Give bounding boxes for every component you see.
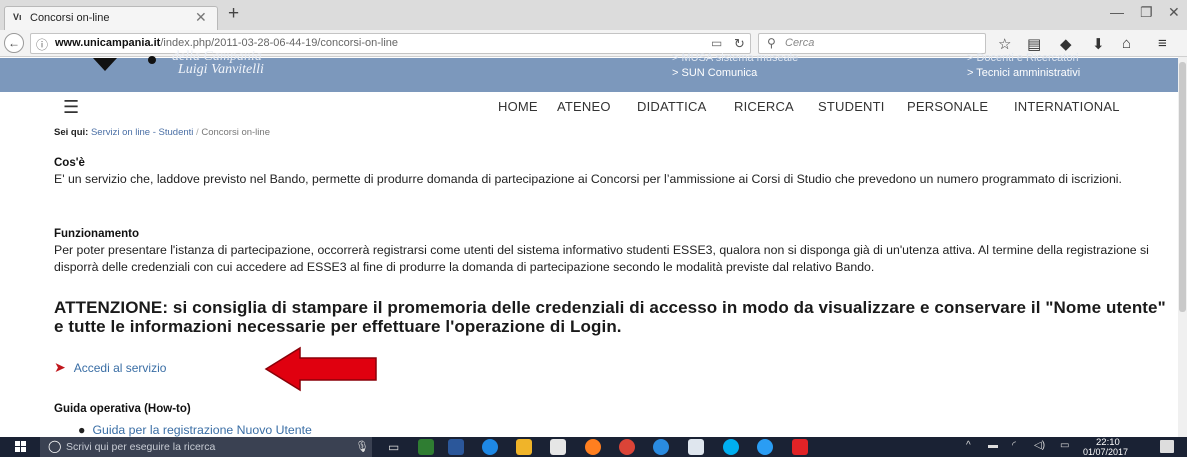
pocket-icon[interactable]: ◆: [1060, 35, 1072, 53]
word-icon[interactable]: [448, 439, 464, 455]
menu-item-ateneo[interactable]: ATENEO: [557, 99, 611, 114]
library-icon[interactable]: ▤: [1027, 35, 1041, 53]
breadcrumb-link[interactable]: Servizi on line - Studenti: [91, 127, 193, 138]
scrollbar-thumb[interactable]: [1179, 62, 1186, 312]
tray-chevron-icon[interactable]: ^: [966, 440, 971, 451]
logo-triangle-icon: [93, 58, 117, 71]
chrome-icon[interactable]: [619, 439, 635, 455]
breadcrumb-prefix: Sei qui:: [54, 127, 89, 138]
internet-explorer-icon[interactable]: [653, 439, 669, 455]
back-button[interactable]: ←: [4, 33, 24, 53]
howto-link-label[interactable]: Guida per la registrazione Nuovo Utente: [92, 423, 311, 437]
tab-title: Concorsi on-line: [30, 12, 110, 24]
window-close-button[interactable]: ✕: [1168, 4, 1180, 21]
firefox-icon[interactable]: [585, 439, 601, 455]
search-box[interactable]: ⚲ Cerca: [758, 33, 986, 54]
address-bar[interactable]: ⓘ www.unicampania.it/index.php/2011-03-2…: [30, 33, 751, 54]
skype-icon[interactable]: [723, 439, 739, 455]
new-tab-button[interactable]: +: [228, 3, 239, 25]
menu-item-studenti[interactable]: STUDENTI: [818, 99, 885, 114]
store-icon[interactable]: [550, 439, 566, 455]
logo-name[interactable]: Luigi Vanvitelli: [178, 62, 264, 78]
edge-icon[interactable]: [482, 439, 498, 455]
download-icon[interactable]: ⬇: [1092, 35, 1105, 53]
section-text-cose: E' un servizio che, laddove previsto nel…: [54, 172, 1122, 186]
reload-icon[interactable]: ↻: [734, 36, 745, 52]
header-link-docenti[interactable]: > Docenti e Ricercatori: [967, 52, 1079, 64]
header-link-sun-comunica[interactable]: > SUN Comunica: [672, 67, 757, 79]
task-view-icon[interactable]: ▭: [388, 440, 399, 454]
home-icon[interactable]: ⌂: [1122, 35, 1131, 52]
windows-start-icon[interactable]: [15, 441, 27, 453]
browser-tab[interactable]: Vı Concorsi on-line ✕: [4, 6, 218, 30]
site-header: della Campania Luigi Vanvitelli > MUSA s…: [0, 49, 1187, 92]
notification-icon[interactable]: [1160, 440, 1174, 453]
taskbar-search-placeholder: Scrivi qui per eseguire la ricerca: [66, 441, 216, 453]
main-menu: ☰ HOME ATENEO DIDATTICA RICERCA STUDENTI…: [0, 92, 1187, 120]
minimize-button[interactable]: —: [1110, 4, 1124, 20]
breadcrumb-separator: /: [196, 127, 199, 138]
red-arrow-icon: [264, 346, 377, 392]
section-title-funzionamento: Funzionamento: [54, 228, 139, 240]
menu-item-personale[interactable]: PERSONALE: [907, 99, 988, 114]
info-icon[interactable]: ⓘ: [36, 36, 48, 53]
browser-tab-bar: Vı Concorsi on-line ✕ + — ❐ ✕: [0, 0, 1187, 30]
taskbar-search[interactable]: ◯ Scrivi qui per eseguire la ricerca 🎙: [40, 437, 372, 457]
header-link-musa[interactable]: > MUSA sistema museale: [672, 52, 798, 64]
reader-view-icon[interactable]: ▭: [711, 36, 722, 50]
restore-button[interactable]: ❐: [1140, 4, 1153, 21]
acrobat-icon[interactable]: [792, 439, 808, 455]
attention-notice: ATTENZIONE: si consiglia di stampare il …: [54, 298, 1166, 336]
access-service-link[interactable]: ➤ Accedi al servizio: [54, 359, 166, 376]
telegram-icon[interactable]: [757, 439, 773, 455]
keyboard-icon[interactable]: ▭: [1060, 440, 1069, 451]
breadcrumb-current: Concorsi on-line: [201, 127, 270, 138]
chevron-right-icon: ➤: [54, 359, 66, 375]
menu-item-home[interactable]: HOME: [498, 99, 538, 114]
logo-dot-icon: [148, 56, 156, 64]
breadcrumb: Sei qui: Servizi on line - Studenti / Co…: [54, 127, 270, 138]
microphone-icon[interactable]: 🎙: [355, 440, 369, 453]
menu-item-ricerca[interactable]: RICERCA: [734, 99, 794, 114]
howto-title: Guida operativa (How-to): [54, 403, 191, 415]
access-service-label[interactable]: Accedi al servizio: [74, 361, 167, 375]
menu-item-didattica[interactable]: DIDATTICA: [637, 99, 706, 114]
windows-taskbar: ◯ Scrivi qui per eseguire la ricerca 🎙 ▭…: [0, 437, 1187, 457]
favicon-icon: Vı: [13, 12, 22, 22]
search-icon: ⚲: [767, 36, 776, 50]
volume-icon[interactable]: ◁): [1034, 440, 1045, 451]
battery-icon[interactable]: ▬: [988, 440, 998, 451]
menu-icon[interactable]: ≡: [1158, 35, 1167, 52]
section-title-cose: Cos'è: [54, 157, 85, 169]
hamburger-menu-icon[interactable]: ☰: [63, 97, 79, 118]
header-link-tecnici[interactable]: > Tecnici amministrativi: [967, 67, 1080, 79]
howto-link-registration[interactable]: ● Guida per la registrazione Nuovo Utente: [78, 423, 312, 437]
clock-date[interactable]: 01/07/2017: [1083, 447, 1128, 457]
bullet-icon: ●: [78, 423, 86, 437]
excel-icon[interactable]: [418, 439, 434, 455]
star-icon[interactable]: ☆: [998, 35, 1011, 53]
cortana-icon: ◯: [48, 439, 62, 453]
url-text: www.unicampania.it/index.php/2011-03-28-…: [55, 37, 399, 49]
section-text-funzionamento: Per poter presentare l'istanza di partec…: [54, 243, 1149, 274]
file-explorer-icon[interactable]: [516, 439, 532, 455]
wifi-icon[interactable]: ◜: [1012, 440, 1016, 451]
tab-close-icon[interactable]: ✕: [195, 9, 207, 26]
mail-icon[interactable]: [688, 439, 704, 455]
search-placeholder: Cerca: [785, 37, 815, 49]
menu-item-international[interactable]: INTERNATIONAL: [1014, 99, 1120, 114]
